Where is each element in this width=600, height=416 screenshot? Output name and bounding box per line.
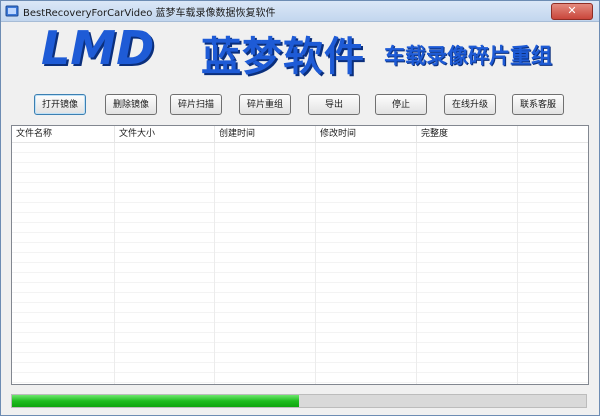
toolbar: 打开镜像 删除镜像 碎片扫描 碎片重组 导出 停止 在线升级 联系客服 [1, 94, 599, 120]
brand-subtitle: 车载录像碎片重组 [384, 44, 552, 68]
lmd-logo: LMD LMD [41, 26, 156, 72]
column-header-created-time[interactable]: 创建时间 [215, 126, 316, 142]
column-header-completeness[interactable]: 完整度 [417, 126, 518, 142]
app-window: BestRecoveryForCarVideo 蓝梦车载录像数据恢复软件 ✕ L… [0, 0, 600, 416]
svg-text:LMD: LMD [41, 26, 154, 72]
export-button[interactable]: 导出 [308, 94, 360, 115]
banner: LMD LMD 蓝梦软件 车载录像碎片重组 [1, 22, 599, 82]
column-header-modified-time[interactable]: 修改时间 [316, 126, 417, 142]
fragment-reassemble-button[interactable]: 碎片重组 [239, 94, 291, 115]
stop-button[interactable]: 停止 [375, 94, 427, 115]
column-divider [315, 143, 316, 384]
column-divider [517, 143, 518, 384]
open-image-button[interactable]: 打开镜像 [34, 94, 86, 115]
brand-name: 蓝梦软件 [201, 34, 365, 80]
file-table[interactable]: 文件名称 文件大小 创建时间 修改时间 完整度 [11, 125, 589, 385]
title-bar[interactable]: BestRecoveryForCarVideo 蓝梦车载录像数据恢复软件 ✕ [1, 1, 599, 22]
app-icon [5, 5, 19, 17]
fragment-scan-button[interactable]: 碎片扫描 [170, 94, 222, 115]
online-update-button[interactable]: 在线升级 [444, 94, 496, 115]
column-header-file-name[interactable]: 文件名称 [12, 126, 115, 142]
close-icon: ✕ [567, 4, 577, 17]
table-body[interactable] [12, 143, 588, 384]
table-header: 文件名称 文件大小 创建时间 修改时间 完整度 [12, 126, 588, 143]
column-divider [114, 143, 115, 384]
close-button[interactable]: ✕ [551, 3, 593, 20]
column-header-extra[interactable] [518, 126, 588, 142]
column-header-file-size[interactable]: 文件大小 [115, 126, 215, 142]
progress-bar [11, 394, 587, 408]
column-divider [416, 143, 417, 384]
contact-support-button[interactable]: 联系客服 [512, 94, 564, 115]
column-divider [214, 143, 215, 384]
window-title: BestRecoveryForCarVideo 蓝梦车载录像数据恢复软件 [23, 8, 276, 19]
delete-image-button[interactable]: 删除镜像 [105, 94, 157, 115]
progress-fill [12, 395, 299, 407]
